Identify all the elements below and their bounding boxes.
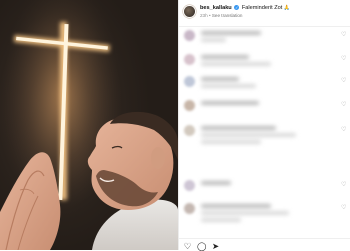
avatar[interactable] <box>184 54 195 65</box>
comment-like-icon[interactable]: ♡ <box>341 127 346 133</box>
comment-text-blurred <box>201 77 256 91</box>
verified-badge-icon: ✓ <box>234 5 240 10</box>
post-actions-bar: ♡ ◯ ➤ <box>179 238 350 251</box>
comment-text-blurred <box>201 55 271 69</box>
post-side-panel: bes_kallaku ✓ Faleminderit Zot 🙏 23h • S… <box>178 0 350 251</box>
comment-text-blurred <box>201 204 289 225</box>
avatar[interactable] <box>184 30 195 41</box>
comment-text-blurred <box>201 126 296 147</box>
comment-like-icon[interactable]: ♡ <box>341 102 346 108</box>
meta-separator: • <box>208 13 211 18</box>
post-header: bes_kallaku ✓ Faleminderit Zot 🙏 23h • S… <box>179 0 350 27</box>
comments-list[interactable]: ♡ ♡ ♡ ♡ ♡ ♡ ♡ <box>179 27 350 235</box>
timestamp[interactable]: 23h <box>200 13 208 18</box>
author-line: bes_kallaku ✓ Faleminderit Zot 🙏 <box>200 5 290 12</box>
comment-text-blurred <box>201 181 231 188</box>
comment-like-icon[interactable]: ♡ <box>341 32 346 38</box>
comment-text-blurred <box>201 101 259 108</box>
comment-like-icon[interactable]: ♡ <box>341 182 346 188</box>
post-photo[interactable] <box>0 0 178 250</box>
comment-like-icon[interactable]: ♡ <box>341 56 346 62</box>
avatar[interactable] <box>184 76 195 87</box>
comment-like-icon[interactable]: ♡ <box>341 78 346 84</box>
photo-illustration <box>0 0 178 250</box>
caption-emoji: 🙏 <box>283 5 291 11</box>
avatar[interactable] <box>184 125 195 136</box>
see-translation-link[interactable]: See translation <box>212 13 243 18</box>
avatar[interactable] <box>184 203 195 214</box>
username-link[interactable]: bes_kallaku <box>200 5 232 11</box>
comment-like-icon[interactable]: ♡ <box>341 205 346 211</box>
praying-hands <box>0 152 61 250</box>
comment-text-blurred <box>201 31 261 45</box>
caption-text: Faleminderit Zot <box>241 5 283 11</box>
avatar[interactable] <box>184 100 195 111</box>
avatar[interactable] <box>184 6 195 17</box>
post-meta: 23h • See translation <box>200 13 243 18</box>
avatar[interactable] <box>184 180 195 191</box>
